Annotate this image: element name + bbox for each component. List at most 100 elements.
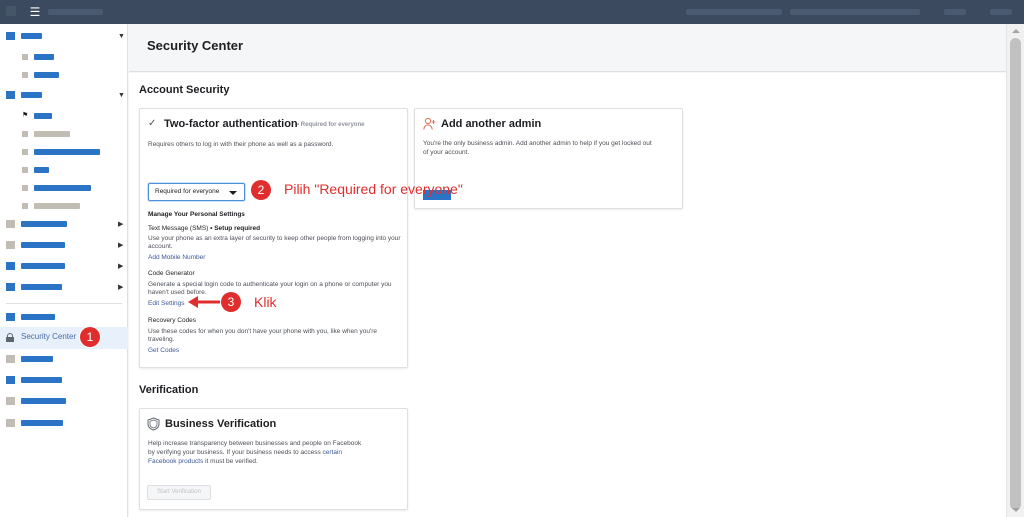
redacted-label (34, 131, 70, 137)
sms-description-cont: account. (148, 243, 173, 250)
required-tag: • Required for everyone (297, 122, 365, 128)
chevron-down-icon: ▼ (118, 92, 125, 99)
lock-icon (6, 333, 14, 342)
top-bar: ☰ (0, 0, 1024, 24)
redacted-icon (22, 149, 28, 155)
redacted-label (34, 113, 52, 119)
add-admin-title: Add another admin (441, 118, 542, 130)
sidebar-divider (6, 303, 122, 304)
caret-down-icon (229, 191, 237, 195)
edit-settings-link[interactable]: Edit Settings (148, 299, 185, 308)
select-value: Required for everyone (155, 188, 220, 195)
redacted-label (21, 284, 62, 290)
personal-settings-heading: Manage Your Personal Settings (148, 211, 245, 218)
arrow-left-icon (188, 296, 224, 308)
sidebar-item-security-center[interactable]: Security Center (0, 327, 128, 349)
redacted-top-icon[interactable] (990, 9, 1012, 15)
redacted-icon (6, 241, 15, 249)
sidebar-item[interactable]: ▶ (0, 278, 128, 298)
annotation-step-2-text: Pilih "Required for everyone" (284, 181, 463, 197)
sidebar-subitem[interactable] (0, 143, 128, 163)
sidebar-item[interactable]: ▼ (0, 27, 128, 47)
recovery-codes-description-cont: traveling. (148, 336, 175, 343)
redacted-icon (22, 131, 28, 137)
redacted-top-info (790, 9, 920, 15)
chevron-right-icon: ▶ (118, 263, 124, 270)
flag-icon: ⚑ (22, 112, 29, 119)
sidebar-item[interactable] (0, 350, 128, 370)
sms-row: Text Message (SMS) • Setup required (148, 224, 260, 233)
sidebar-subitem[interactable] (0, 48, 128, 68)
redacted-icon (22, 54, 28, 60)
redacted-label (34, 72, 59, 78)
get-codes-link[interactable]: Get Codes (148, 346, 179, 355)
annotation-step-1: 1 (80, 327, 100, 347)
add-mobile-number-link[interactable]: Add Mobile Number (148, 253, 205, 262)
scroll-up-icon[interactable] (1012, 29, 1020, 33)
sms-label: Text Message (SMS) (148, 225, 209, 232)
redacted-label (21, 398, 66, 404)
redacted-label (21, 356, 53, 362)
description-text: it must be verified. (205, 458, 258, 465)
sidebar-subitem[interactable] (0, 125, 128, 145)
sms-status: • Setup required (210, 225, 261, 232)
description-text: by verifying your business. If your busi… (148, 449, 321, 456)
redacted-icon (6, 313, 15, 321)
two-factor-requirement-select[interactable]: Required for everyone (148, 183, 245, 201)
sidebar-item[interactable]: ▶ (0, 257, 128, 277)
redacted-icon (22, 185, 28, 191)
sidebar-subitem[interactable] (0, 197, 128, 217)
scroll-down-icon[interactable] (1012, 508, 1020, 512)
sidebar-subitem[interactable] (0, 66, 128, 86)
redacted-business-name (48, 9, 103, 15)
sidebar-item[interactable] (0, 371, 128, 391)
redacted-icon (6, 397, 15, 405)
chevron-right-icon: ▶ (118, 221, 124, 228)
account-security-heading: Account Security (139, 84, 230, 96)
chevron-down-icon: ▼ (118, 33, 125, 40)
recovery-codes-label: Recovery Codes (148, 317, 197, 324)
business-verification-description-end: Facebook products it must be verified. (148, 457, 258, 466)
chevron-right-icon: ▶ (118, 242, 124, 249)
app-logo-icon (6, 6, 16, 16)
redacted-icon (22, 72, 28, 78)
redacted-label (21, 33, 42, 39)
redacted-label (21, 92, 42, 98)
scrollbar-thumb[interactable] (1010, 38, 1021, 510)
start-verification-button[interactable]: Start Verification (147, 485, 211, 500)
hamburger-icon[interactable]: ☰ (28, 4, 42, 20)
redacted-label (21, 242, 65, 248)
sidebar-subitem[interactable] (0, 161, 128, 181)
vertical-scrollbar[interactable] (1006, 24, 1024, 517)
redacted-icon (6, 32, 15, 40)
sidebar-subitem[interactable]: ⚑ (0, 107, 128, 127)
redacted-top-info (686, 9, 782, 15)
code-generator-label: Code Generator (148, 270, 195, 277)
checkmark-icon: ✓ (148, 118, 157, 129)
redacted-top-icon[interactable] (944, 9, 966, 15)
sidebar-item[interactable]: ▶ (0, 236, 128, 256)
redacted-icon (6, 91, 15, 99)
certain-link[interactable]: certain (323, 449, 343, 456)
sidebar-item[interactable] (0, 392, 128, 412)
sidebar-item[interactable]: ▼ (0, 86, 128, 106)
add-person-icon (423, 117, 436, 130)
redacted-icon (22, 203, 28, 209)
annotation-step-3: 3 (221, 292, 241, 312)
business-verification-title: Business Verification (165, 418, 277, 430)
facebook-products-link[interactable]: Facebook products (148, 458, 203, 465)
sidebar-item[interactable]: ▶ (0, 215, 128, 235)
redacted-icon (22, 167, 28, 173)
recovery-codes-description: Use these codes for when you don't have … (148, 328, 378, 335)
sms-description: Use your phone as an extra layer of secu… (148, 235, 401, 242)
page-header: Security Center (129, 24, 1006, 72)
redacted-icon (6, 220, 15, 228)
redacted-icon (6, 419, 15, 427)
sidebar-item[interactable] (0, 414, 128, 434)
shield-icon (147, 417, 160, 431)
sidebar-item[interactable] (0, 308, 128, 328)
two-factor-description: Requires others to log in with their pho… (148, 141, 334, 148)
sidebar-subitem[interactable] (0, 179, 128, 199)
redacted-icon (6, 262, 15, 270)
redacted-label (34, 54, 54, 60)
